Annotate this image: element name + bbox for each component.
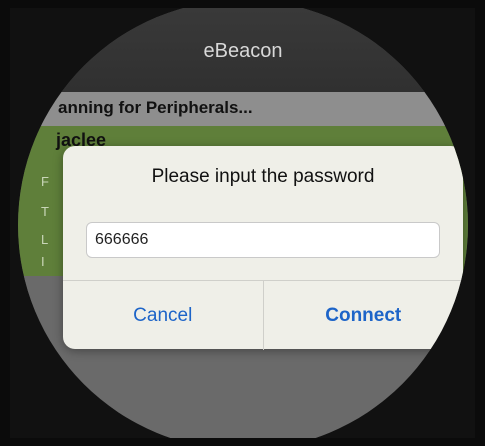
app-title: eBeacon — [203, 40, 283, 62]
scanning-status-bar: anning for Peripherals... — [18, 92, 468, 126]
dialog-title: Please input the password — [151, 166, 375, 187]
device-field-initial: L — [41, 232, 49, 247]
navigation-bar: eBeacon — [18, 8, 468, 92]
device-field-initial: F — [41, 174, 49, 189]
password-input[interactable] — [86, 222, 440, 258]
screen-frame: eBeacon anning for Peripherals... jaclee… — [10, 8, 475, 438]
device-field-initial: I — [41, 254, 45, 269]
cancel-button[interactable]: Cancel — [63, 281, 263, 350]
magnified-view: eBeacon anning for Peripherals... jaclee… — [18, 8, 468, 438]
dialog-button-row: Cancel Connect — [63, 280, 463, 350]
connect-button[interactable]: Connect — [264, 281, 464, 350]
device-field-initial: T — [41, 204, 49, 219]
password-dialog: Please input the password Cancel Connect — [63, 146, 463, 350]
scanning-status-text: anning for Peripherals... — [58, 98, 253, 117]
